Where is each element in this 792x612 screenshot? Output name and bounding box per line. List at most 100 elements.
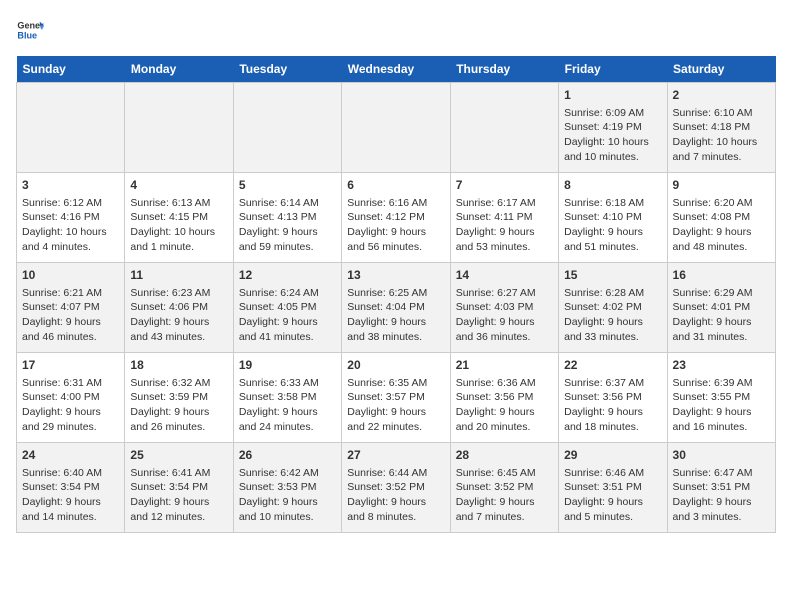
calendar-cell: 23 Sunrise: 6:39 AMSunset: 3:55 PMDayligh… <box>667 353 775 443</box>
calendar-cell: 11 Sunrise: 6:23 AMSunset: 4:06 PMDayligh… <box>125 263 233 353</box>
day-number: 22 <box>564 357 661 374</box>
day-info: Sunrise: 6:09 AMSunset: 4:19 PMDaylight:… <box>564 106 661 165</box>
day-number: 16 <box>673 267 770 284</box>
day-number: 2 <box>673 87 770 104</box>
day-info: Sunrise: 6:16 AMSunset: 4:12 PMDaylight:… <box>347 196 444 255</box>
logo: General Blue <box>16 16 48 44</box>
calendar-cell: 19Sunrise: 6:33 AMSunset: 3:58 PMDayligh… <box>233 353 341 443</box>
day-info: Sunrise: 6:24 AMSunset: 4:05 PMDaylight:… <box>239 286 336 345</box>
weekday-header-thursday: Thursday <box>450 56 558 83</box>
day-info: Sunrise: 6:32 AMSunset: 3:59 PMDaylight:… <box>130 376 227 435</box>
day-number: 13 <box>347 267 444 284</box>
calendar-table: SundayMondayTuesdayWednesdayThursdayFrid… <box>16 56 776 533</box>
calendar-cell: 2 Sunrise: 6:10 AMSunset: 4:18 PMDaylight… <box>667 83 775 173</box>
day-info: Sunrise: 6:46 AMSunset: 3:51 PMDaylight:… <box>564 466 661 525</box>
day-info: Sunrise: 6:36 AMSunset: 3:56 PMDaylight:… <box>456 376 553 435</box>
calendar-cell <box>233 83 341 173</box>
day-number: 28 <box>456 447 553 464</box>
logo-icon: General Blue <box>16 16 44 44</box>
day-number: 26 <box>239 447 336 464</box>
weekday-header-wednesday: Wednesday <box>342 56 450 83</box>
calendar-cell: 22 Sunrise: 6:37 AMSunset: 3:56 PMDayligh… <box>559 353 667 443</box>
weekday-header-sunday: Sunday <box>17 56 125 83</box>
day-info: Sunrise: 6:12 AMSunset: 4:16 PMDaylight:… <box>22 196 119 255</box>
day-number: 24 <box>22 447 119 464</box>
calendar-week-1: 1 Sunrise: 6:09 AMSunset: 4:19 PMDaylight… <box>17 83 776 173</box>
calendar-cell: 7Sunrise: 6:17 AMSunset: 4:11 PMDaylight… <box>450 173 558 263</box>
calendar-header: SundayMondayTuesdayWednesdayThursdayFrid… <box>17 56 776 83</box>
calendar-cell <box>125 83 233 173</box>
day-info: Sunrise: 6:13 AMSunset: 4:15 PMDaylight:… <box>130 196 227 255</box>
day-info: Sunrise: 6:45 AMSunset: 3:52 PMDaylight:… <box>456 466 553 525</box>
day-number: 20 <box>347 357 444 374</box>
day-number: 23 <box>673 357 770 374</box>
calendar-cell <box>342 83 450 173</box>
day-info: Sunrise: 6:37 AMSunset: 3:56 PMDaylight:… <box>564 376 661 435</box>
calendar-week-2: 3 Sunrise: 6:12 AMSunset: 4:16 PMDaylight… <box>17 173 776 263</box>
calendar-cell: 24 Sunrise: 6:40 AMSunset: 3:54 PMDayligh… <box>17 443 125 533</box>
calendar-cell: 12 Sunrise: 6:24 AMSunset: 4:05 PMDayligh… <box>233 263 341 353</box>
day-info: Sunrise: 6:47 AMSunset: 3:51 PMDaylight:… <box>673 466 770 525</box>
calendar-cell: 16 Sunrise: 6:29 AMSunset: 4:01 PMDayligh… <box>667 263 775 353</box>
calendar-cell <box>450 83 558 173</box>
day-info: Sunrise: 6:28 AMSunset: 4:02 PMDaylight:… <box>564 286 661 345</box>
day-number: 18 <box>130 357 227 374</box>
calendar-cell: 28 Sunrise: 6:45 AMSunset: 3:52 PMDayligh… <box>450 443 558 533</box>
calendar-week-3: 10 Sunrise: 6:21 AMSunset: 4:07 PMDayligh… <box>17 263 776 353</box>
day-number: 17 <box>22 357 119 374</box>
day-number: 10 <box>22 267 119 284</box>
day-number: 3 <box>22 177 119 194</box>
svg-text:Blue: Blue <box>17 30 37 40</box>
calendar-cell: 27 Sunrise: 6:44 AMSunset: 3:52 PMDayligh… <box>342 443 450 533</box>
day-number: 21 <box>456 357 553 374</box>
calendar-cell <box>17 83 125 173</box>
day-info: Sunrise: 6:35 AMSunset: 3:57 PMDaylight:… <box>347 376 444 435</box>
weekday-header-saturday: Saturday <box>667 56 775 83</box>
weekday-header-friday: Friday <box>559 56 667 83</box>
day-number: 30 <box>673 447 770 464</box>
calendar-body: 1 Sunrise: 6:09 AMSunset: 4:19 PMDaylight… <box>17 83 776 533</box>
calendar-cell: 3 Sunrise: 6:12 AMSunset: 4:16 PMDaylight… <box>17 173 125 263</box>
day-info: Sunrise: 6:23 AMSunset: 4:06 PMDaylight:… <box>130 286 227 345</box>
calendar-cell: 30 Sunrise: 6:47 AMSunset: 3:51 PMDayligh… <box>667 443 775 533</box>
calendar-cell: 29 Sunrise: 6:46 AMSunset: 3:51 PMDayligh… <box>559 443 667 533</box>
calendar-cell: 8Sunrise: 6:18 AMSunset: 4:10 PMDaylight… <box>559 173 667 263</box>
calendar-cell: 4 Sunrise: 6:13 AMSunset: 4:15 PMDaylight… <box>125 173 233 263</box>
calendar-cell: 13 Sunrise: 6:25 AMSunset: 4:04 PMDayligh… <box>342 263 450 353</box>
calendar-cell: 5 Sunrise: 6:14 AMSunset: 4:13 PMDaylight… <box>233 173 341 263</box>
day-number: 1 <box>564 87 661 104</box>
day-number: 9 <box>673 177 770 194</box>
day-number: 4 <box>130 177 227 194</box>
calendar-cell: 9 Sunrise: 6:20 AMSunset: 4:08 PMDaylight… <box>667 173 775 263</box>
calendar-cell: 6Sunrise: 6:16 AMSunset: 4:12 PMDaylight… <box>342 173 450 263</box>
day-info: Sunrise: 6:25 AMSunset: 4:04 PMDaylight:… <box>347 286 444 345</box>
calendar-cell: 18 Sunrise: 6:32 AMSunset: 3:59 PMDayligh… <box>125 353 233 443</box>
day-info: Sunrise: 6:31 AMSunset: 4:00 PMDaylight:… <box>22 376 119 435</box>
day-number: 15 <box>564 267 661 284</box>
day-info: Sunrise: 6:29 AMSunset: 4:01 PMDaylight:… <box>673 286 770 345</box>
day-info: Sunrise: 6:21 AMSunset: 4:07 PMDaylight:… <box>22 286 119 345</box>
day-info: Sunrise: 6:27 AMSunset: 4:03 PMDaylight:… <box>456 286 553 345</box>
calendar-cell: 20 Sunrise: 6:35 AMSunset: 3:57 PMDayligh… <box>342 353 450 443</box>
day-info: Sunrise: 6:10 AMSunset: 4:18 PMDaylight:… <box>673 106 770 165</box>
calendar-week-4: 17 Sunrise: 6:31 AMSunset: 4:00 PMDayligh… <box>17 353 776 443</box>
day-number: 12 <box>239 267 336 284</box>
calendar-cell: 17 Sunrise: 6:31 AMSunset: 4:00 PMDayligh… <box>17 353 125 443</box>
day-info: Sunrise: 6:40 AMSunset: 3:54 PMDaylight:… <box>22 466 119 525</box>
calendar-cell: 1 Sunrise: 6:09 AMSunset: 4:19 PMDaylight… <box>559 83 667 173</box>
day-info: Sunrise: 6:39 AMSunset: 3:55 PMDaylight:… <box>673 376 770 435</box>
day-number: 25 <box>130 447 227 464</box>
day-number: 27 <box>347 447 444 464</box>
day-number: 5 <box>239 177 336 194</box>
weekday-header-monday: Monday <box>125 56 233 83</box>
page-header: General Blue <box>16 16 776 44</box>
calendar-cell: 10 Sunrise: 6:21 AMSunset: 4:07 PMDayligh… <box>17 263 125 353</box>
day-info: Sunrise: 6:17 AMSunset: 4:11 PMDaylight:… <box>456 196 553 255</box>
day-info: Sunrise: 6:18 AMSunset: 4:10 PMDaylight:… <box>564 196 661 255</box>
day-number: 29 <box>564 447 661 464</box>
day-info: Sunrise: 6:44 AMSunset: 3:52 PMDaylight:… <box>347 466 444 525</box>
calendar-week-5: 24 Sunrise: 6:40 AMSunset: 3:54 PMDayligh… <box>17 443 776 533</box>
day-info: Sunrise: 6:20 AMSunset: 4:08 PMDaylight:… <box>673 196 770 255</box>
day-number: 11 <box>130 267 227 284</box>
day-info: Sunrise: 6:14 AMSunset: 4:13 PMDaylight:… <box>239 196 336 255</box>
